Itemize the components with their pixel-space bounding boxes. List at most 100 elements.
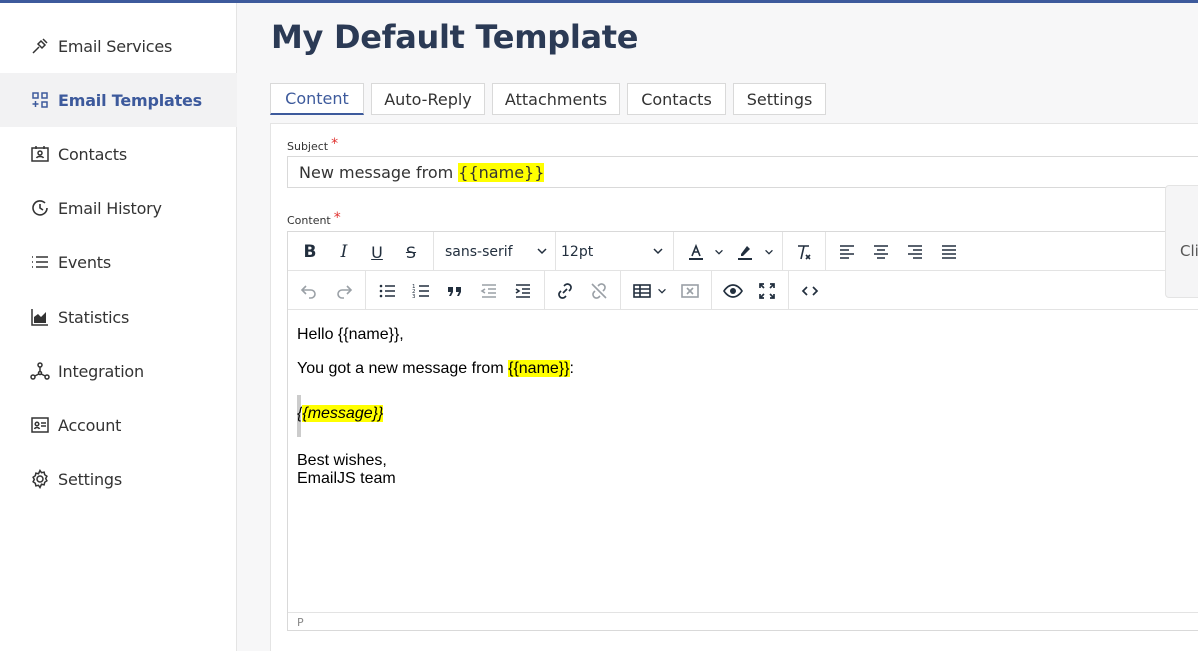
sidebar-item-label: Email Services	[58, 36, 173, 56]
link-icon	[558, 283, 572, 299]
sidebar-item-email-templates[interactable]: Email Templates	[0, 73, 237, 127]
blockquote-text: {{message}}	[297, 405, 384, 422]
bold-button[interactable]: B	[296, 238, 324, 266]
toolbar-separator	[711, 271, 712, 310]
redo-icon	[337, 285, 353, 299]
chevron-down-icon[interactable]	[656, 285, 668, 297]
strikethrough-icon: S	[405, 242, 417, 262]
code-icon	[801, 286, 819, 296]
signoff-line: Best wishes,	[297, 452, 387, 469]
sidebar-item-statistics[interactable]: Statistics	[0, 290, 237, 344]
integration-icon	[29, 360, 51, 382]
sidebar-item-account[interactable]: Account	[0, 398, 237, 452]
font-family-select[interactable]: sans-serif	[445, 238, 549, 266]
redo-button[interactable]	[330, 277, 358, 305]
undo-icon	[300, 285, 316, 299]
name-variable: {{name}}	[508, 360, 570, 377]
toolbar-separator	[788, 271, 789, 310]
subject-input[interactable]: New message from {{name}}	[287, 156, 1198, 188]
delete-table-icon	[681, 284, 699, 298]
clear-formatting-icon	[798, 245, 811, 260]
align-left-icon	[840, 245, 854, 259]
table-icon	[633, 284, 651, 298]
highlighter-icon	[738, 246, 752, 260]
sidebar-item-label: Settings	[58, 469, 123, 489]
toolbar-separator	[673, 232, 674, 271]
clear-formatting-button[interactable]	[790, 238, 818, 266]
quote-icon	[448, 287, 461, 296]
unlink-button[interactable]	[585, 277, 613, 305]
toolbar-row-1: B I U S sans-serif 12pt	[288, 232, 1198, 271]
align-justify-icon	[942, 245, 956, 259]
undo-button[interactable]	[295, 277, 323, 305]
font-size-select[interactable]: 12pt	[561, 238, 665, 266]
align-left-button[interactable]	[833, 238, 861, 266]
source-code-button[interactable]	[796, 277, 824, 305]
chevron-down-icon	[537, 248, 547, 255]
chevron-down-icon	[653, 248, 663, 255]
greeting-line: Hello {{name}},	[297, 326, 404, 343]
justify-button[interactable]	[935, 238, 963, 266]
rich-text-editor: B I U S sans-serif 12pt 1 2 3 Hello {{na…	[287, 231, 1198, 631]
sidebar: Email Services Email Templates Contacts …	[0, 3, 237, 651]
italic-button[interactable]: I	[330, 238, 358, 266]
toolbar-row-2: 123	[288, 271, 1198, 310]
bold-icon: B	[303, 242, 317, 262]
contacts-icon	[29, 143, 51, 165]
tab-attachments[interactable]: Attachments	[492, 83, 620, 115]
required-marker: *	[333, 210, 341, 226]
tab-auto-reply[interactable]: Auto-Reply	[371, 83, 485, 115]
blockquote-button[interactable]	[441, 277, 469, 305]
plug-icon	[29, 35, 51, 57]
insert-link-button[interactable]	[551, 277, 579, 305]
chevron-down-icon[interactable]	[713, 246, 725, 258]
fullscreen-button[interactable]	[753, 277, 781, 305]
message-intro-line: You got a new message from {{name}}:	[297, 360, 574, 377]
signature-line: EmailJS team	[297, 470, 396, 487]
list-icon	[29, 251, 51, 273]
element-path[interactable]: P	[297, 616, 304, 629]
tab-content[interactable]: Content	[270, 83, 364, 115]
bullet-list-button[interactable]	[373, 277, 401, 305]
history-icon	[29, 197, 51, 219]
tab-settings[interactable]: Settings	[733, 83, 826, 115]
sidebar-item-email-history[interactable]: Email History	[0, 181, 237, 235]
outdent-button[interactable]	[475, 277, 503, 305]
toolbar-separator	[782, 232, 783, 271]
sidebar-item-label: Contacts	[58, 144, 127, 164]
sidebar-item-events[interactable]: Events	[0, 235, 237, 289]
table-button[interactable]	[628, 277, 656, 305]
unlink-icon	[591, 283, 607, 299]
underline-button[interactable]: U	[363, 238, 391, 266]
align-center-icon	[874, 245, 888, 259]
sidebar-item-email-services[interactable]: Email Services	[0, 19, 237, 73]
italic-icon: I	[340, 242, 348, 262]
sidebar-item-integration[interactable]: Integration	[0, 344, 237, 398]
indent-button[interactable]	[509, 277, 537, 305]
chevron-down-icon[interactable]	[763, 246, 775, 258]
numbered-list-icon: 123	[412, 284, 429, 300]
id-card-icon	[29, 414, 51, 436]
sidebar-item-label: Events	[58, 252, 111, 272]
editor-content-area[interactable]: Hello {{name}}, You got a new message fr…	[288, 311, 1198, 613]
text-color-button[interactable]	[682, 238, 710, 266]
sidebar-item-label: Integration	[58, 361, 144, 381]
preview-button[interactable]	[719, 277, 747, 305]
align-right-button[interactable]	[901, 238, 929, 266]
delete-table-button[interactable]	[676, 277, 704, 305]
sidebar-item-contacts[interactable]: Contacts	[0, 127, 237, 181]
align-center-button[interactable]	[867, 238, 895, 266]
strikethrough-button[interactable]: S	[397, 238, 425, 266]
chart-icon	[29, 306, 51, 328]
fullscreen-icon	[759, 283, 775, 299]
highlight-color-button[interactable]	[731, 238, 759, 266]
sidebar-item-label: Statistics	[58, 307, 130, 327]
toolbar-separator	[544, 271, 545, 310]
sidebar-item-label: Email History	[58, 198, 162, 218]
toolbar-separator	[620, 271, 621, 310]
toolbar-separator	[365, 271, 366, 310]
tab-contacts[interactable]: Contacts	[627, 83, 726, 115]
numbered-list-button[interactable]: 123	[407, 277, 435, 305]
side-panel-tab[interactable]: Cli	[1165, 185, 1198, 298]
sidebar-item-settings[interactable]: Settings	[0, 452, 237, 506]
